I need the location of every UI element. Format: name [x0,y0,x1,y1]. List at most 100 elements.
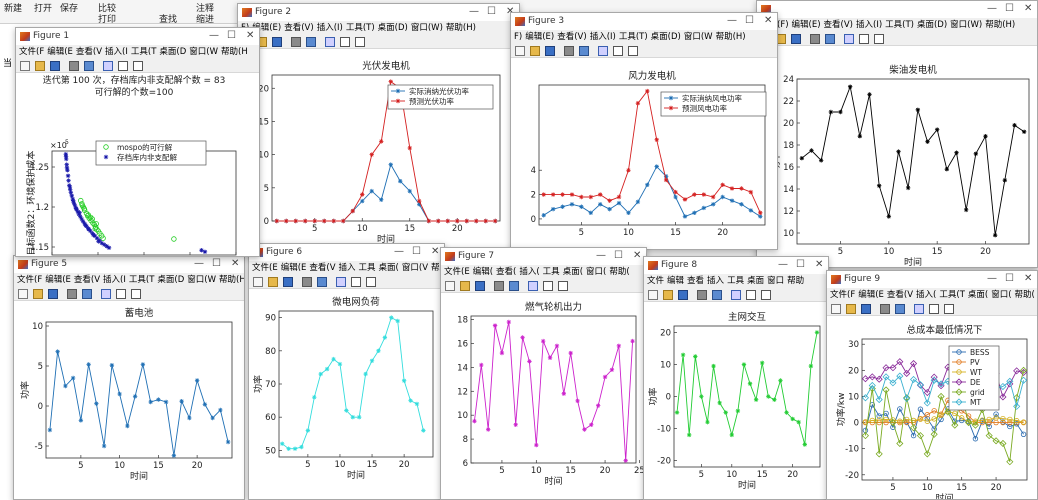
close-icon[interactable]: ✕ [1024,3,1032,14]
menu-item[interactable]: 查看(V) [824,18,853,32]
menu-item[interactable]: 桌面(D) [651,30,681,44]
print-icon[interactable] [302,277,312,287]
minimize-icon[interactable]: — [987,273,997,284]
save-icon[interactable] [283,277,293,287]
plot-area[interactable]: 燃气轮机出力 5 10 15 20 25 6 8 10 12 14 16 18 时间 [441,293,646,499]
bg-label[interactable]: 注释 [196,1,214,14]
title-bar[interactable]: Figure 6 — ☐ ✕ [249,244,444,261]
menu-item[interactable]: 窗口(W [187,273,216,287]
data-cursor-icon[interactable] [844,34,854,44]
plot-tools-icon[interactable] [366,277,376,287]
figure-window-fig7[interactable]: Figure 7 — ☐ ✕ 文件(E 编辑(查看(插入(工具 桌面(窗口(帮助(燃气轮机出… [440,247,647,500]
menu-item[interactable]: 帮助(H) [446,21,476,35]
new-file-icon[interactable] [20,61,30,71]
menu-item[interactable]: 查看( [496,265,516,279]
open-folder-icon[interactable] [846,304,856,314]
plot-tools-icon[interactable] [628,46,638,56]
menu-item[interactable]: 帮助 [787,274,804,288]
print-icon[interactable] [697,290,707,300]
plot-tools-icon[interactable] [355,37,365,47]
menu-item[interactable]: 窗口(V [402,261,428,275]
pointer-icon[interactable] [613,46,623,56]
menu-item[interactable]: 工具(T) [346,21,375,35]
menu-item[interactable]: 查看(V [76,45,102,59]
save-icon[interactable] [861,304,871,314]
print-icon[interactable] [880,304,890,314]
link-icon[interactable] [825,34,835,44]
menu-item[interactable]: 帮助(H [219,273,244,287]
menu-item[interactable]: 工具(T [939,288,965,302]
new-file-icon[interactable] [515,46,525,56]
close-icon[interactable]: ✕ [764,15,772,26]
menu-item[interactable]: 工具 [359,261,376,275]
new-file-icon[interactable] [253,277,263,287]
minimize-icon[interactable]: — [209,30,219,41]
data-cursor-icon[interactable] [598,46,608,56]
figure-window-fig1[interactable]: Figure 1 — ☐ ✕ 文件(F 编辑(E 查看(V 插入(I 工具(T 桌面(D 窗口(W 帮… [15,27,260,257]
menu-item[interactable]: 插入(I) [856,18,882,32]
figure-window-fig3[interactable]: Figure 3 — ☐ ✕ F) 编辑(E) 查看(V) 插入(I) 工具(T) 桌面(D) 窗口… [510,12,778,250]
data-cursor-icon[interactable] [325,37,335,47]
menu-item[interactable]: 帮助(H [221,45,248,59]
menu-item[interactable]: 文件(F [19,45,44,59]
pointer-icon[interactable] [929,304,939,314]
menu-item[interactable]: 工具(T [129,273,155,287]
menu-item[interactable]: 桌面 [747,274,764,288]
menu-item[interactable]: 窗口( [991,288,1011,302]
data-cursor-icon[interactable] [103,61,113,71]
plot-area[interactable]: 光伏发电机 5 10 15 20 0 5 10 15 20 时间 实际消纳光伏功率 预测光伏功率 [238,49,519,248]
plot-tools-icon[interactable] [133,61,143,71]
menu-item[interactable]: 插入(I) [317,21,343,35]
save-icon[interactable] [272,37,282,47]
title-bar[interactable]: Figure 7 — ☐ ✕ [441,248,646,265]
maximize-icon[interactable]: ☐ [487,6,496,17]
maximize-icon[interactable]: ☐ [745,15,754,26]
menu-item[interactable]: 文件 [647,274,664,288]
minimize-icon[interactable]: — [394,246,404,257]
plot-tools-icon[interactable] [761,290,771,300]
link-icon[interactable] [84,61,94,71]
save-icon[interactable] [50,61,60,71]
menu-item[interactable]: 工具 [543,265,560,279]
plot-area[interactable]: 微电网负荷 5 10 15 20 50 60 70 80 90 时间 功率 [249,289,444,499]
menu-item[interactable]: 帮助(H) [985,18,1015,32]
figure-window-fig6[interactable]: Figure 6—☐✕文件(E编辑(E查看(V插入工具桌面(窗口(V帮助(微电网… [248,243,445,500]
save-icon[interactable] [545,46,555,56]
menu-item[interactable]: 工具(T) [885,18,914,32]
menu-item[interactable]: 文件(E [444,265,470,279]
figure-window-fig5[interactable]: Figure 5 — ☐ ✕ 文件(F 编辑(E 查看(V 插入(I 工具(T 桌面(D 窗口(W 帮… [13,255,245,500]
menu-item[interactable]: 插入( [916,288,936,302]
menu-item[interactable]: 文件(F [830,288,855,302]
menu-item[interactable]: 工具 [727,274,744,288]
minimize-icon[interactable]: — [987,3,997,14]
menu-item[interactable]: 桌面(D) [378,21,408,35]
menu-item[interactable]: 桌面(D) [917,18,947,32]
print-icon[interactable] [494,281,504,291]
menu-item[interactable]: 查看(V [309,261,335,275]
link-icon[interactable] [895,304,905,314]
menu-item[interactable]: 查看(V [887,288,913,302]
menu-item[interactable]: 帮助( [1015,288,1035,302]
bg-label[interactable]: 新建 [4,1,22,14]
bg-label[interactable]: 保存 [60,1,78,14]
pointer-icon[interactable] [340,37,350,47]
menu-item[interactable]: 编辑(E [45,273,71,287]
minimize-icon[interactable]: — [727,15,737,26]
close-icon[interactable]: ✕ [231,258,239,269]
data-cursor-icon[interactable] [731,290,741,300]
menu-item[interactable]: 编辑(E [281,261,307,275]
menu-item[interactable]: 编辑 [667,274,684,288]
link-icon[interactable] [306,37,316,47]
plot-area[interactable]: 迭代第 100 次，存档库内非支配解个数 = 83可行解的个数=10002468… [16,73,259,256]
print-icon[interactable] [810,34,820,44]
plot-tools-icon[interactable] [131,289,141,299]
menu-item[interactable]: 插入 [339,261,356,275]
open-folder-icon[interactable] [33,289,43,299]
maximize-icon[interactable]: ☐ [614,250,623,261]
data-cursor-icon[interactable] [914,304,924,314]
print-icon[interactable] [69,61,79,71]
close-icon[interactable]: ✕ [246,30,254,41]
close-icon[interactable]: ✕ [633,250,641,261]
data-cursor-icon[interactable] [336,277,346,287]
menu-item[interactable]: 窗口(W [684,30,713,44]
